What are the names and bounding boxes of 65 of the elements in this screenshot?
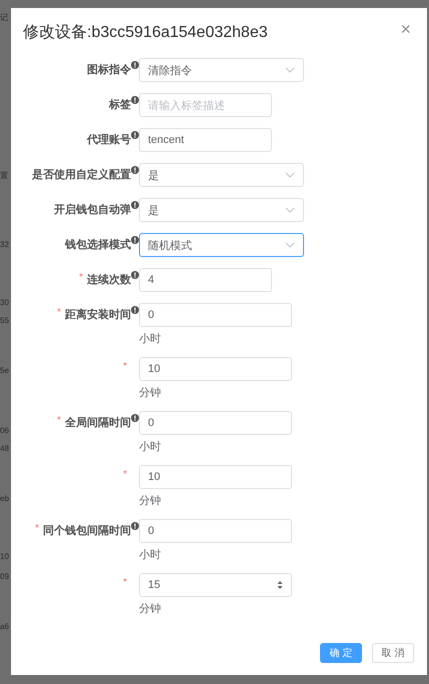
select-field[interactable]: 是 — [139, 163, 304, 187]
info-icon[interactable] — [131, 96, 139, 104]
number-field[interactable]: 15 — [139, 573, 292, 597]
info-icon[interactable] — [131, 236, 139, 244]
required-asterisk: * — [123, 361, 127, 372]
background-text: a6 — [0, 622, 9, 631]
chevron-down-icon — [285, 242, 295, 248]
field-label: 钱包选择模式 — [65, 238, 131, 252]
required-asterisk: * — [35, 523, 39, 534]
required-asterisk: * — [123, 577, 127, 588]
background-text: 48 — [0, 444, 9, 453]
select-field[interactable]: 清除指令 — [139, 58, 304, 82]
field-label: 同个钱包间隔时间 — [43, 524, 131, 538]
number-field[interactable]: 10 — [139, 357, 292, 381]
input-field[interactable]: 4 — [139, 268, 272, 292]
background-text: 09 — [0, 572, 9, 581]
required-asterisk: * — [57, 415, 61, 426]
unit-label: 分钟 — [139, 386, 162, 401]
background-text: 10 — [0, 552, 9, 561]
field-label: 连续次数 — [87, 272, 131, 287]
number-field[interactable]: 10 — [139, 465, 292, 489]
chevron-down-icon — [285, 172, 295, 178]
unit-label: 分钟 — [139, 602, 162, 617]
info-icon[interactable] — [131, 271, 139, 279]
select-field[interactable]: 随机模式 — [139, 233, 304, 257]
info-icon[interactable] — [131, 166, 139, 174]
required-asterisk: * — [79, 272, 83, 283]
info-icon[interactable] — [131, 306, 139, 314]
info-icon[interactable] — [131, 414, 139, 422]
field-label: 开启钱包自动弹 — [54, 202, 131, 217]
number-field[interactable]: 0 — [139, 519, 292, 543]
info-icon[interactable] — [131, 61, 139, 69]
chevron-down-icon — [285, 207, 295, 213]
close-button[interactable]: × — [400, 22, 411, 36]
chevron-down-icon — [285, 67, 295, 73]
background-text: 记 — [0, 12, 8, 23]
unit-label: 小时 — [139, 440, 162, 455]
unit-label: 小时 — [139, 548, 162, 563]
unit-label: 分钟 — [139, 494, 162, 509]
field-label: 距离安装时间 — [65, 308, 131, 322]
field-label: 标签 — [109, 98, 131, 112]
background-text: 06 — [0, 426, 9, 435]
background-text: 5e — [0, 366, 9, 375]
background-text: 32 — [0, 240, 9, 249]
info-icon[interactable] — [131, 522, 139, 530]
dialog-title: 修改设备:b3cc5916a154e032h8e3 — [23, 23, 268, 43]
info-icon[interactable] — [131, 201, 139, 209]
field-label: 代理账号 — [87, 132, 131, 147]
spinner-icon[interactable] — [277, 580, 283, 590]
unit-label: 小时 — [139, 332, 162, 347]
field-label: 图标指令 — [87, 62, 131, 77]
background-text: 30 — [0, 298, 9, 307]
field-label: 全局间隔时间 — [65, 416, 131, 430]
cancel-button[interactable]: 取 消 — [372, 643, 414, 663]
required-asterisk: * — [57, 307, 61, 318]
info-icon[interactable] — [131, 131, 139, 139]
select-field[interactable]: 是 — [139, 198, 304, 222]
required-asterisk: * — [123, 469, 127, 480]
background-text: 置 — [0, 170, 8, 181]
number-field[interactable]: 0 — [139, 411, 292, 435]
background-text: 55 — [0, 316, 9, 325]
input-field[interactable]: tencent — [139, 128, 272, 152]
field-label: 是否使用自定义配置 — [32, 168, 131, 182]
background-text: eb — [0, 494, 9, 503]
number-field[interactable]: 0 — [139, 303, 292, 327]
